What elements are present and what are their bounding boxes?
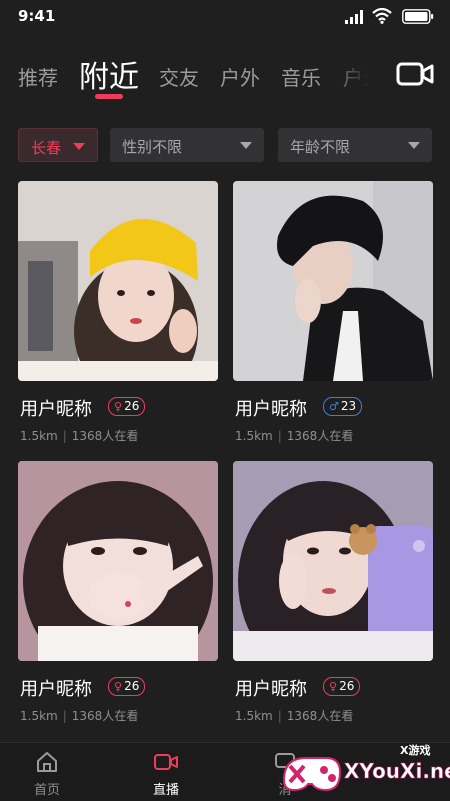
status-time: 9:41: [18, 7, 56, 25]
tab-friends[interactable]: 交友: [159, 62, 199, 91]
status-bar: 9:41: [0, 0, 450, 34]
filter-bar: 长春 性别不限 年龄不限: [0, 128, 450, 164]
viewer-count: 1368人在看: [71, 429, 139, 443]
stream-meta: 1.5km | 1368人在看: [235, 429, 354, 443]
gender-age-badge: ♂ 23: [323, 397, 363, 416]
user-nickname: 用户昵称: [20, 679, 92, 700]
stream-cover-image[interactable]: [18, 461, 218, 661]
nav-home-label: 首页: [33, 783, 60, 798]
tabs-fade: [330, 44, 385, 104]
tab-nearby[interactable]: 附近: [79, 52, 139, 96]
female-icon: ♀: [114, 680, 123, 693]
home-icon: [37, 752, 57, 772]
gender-age-badge: ♀ 26: [108, 677, 146, 696]
city-filter-label: 长春: [31, 139, 62, 157]
active-tab-indicator: [95, 94, 123, 99]
cellular-signal-icon: [345, 10, 363, 24]
tab-music[interactable]: 音乐: [281, 62, 321, 91]
tab-outdoor[interactable]: 户外: [220, 62, 260, 91]
stream-meta: 1.5km | 1368人在看: [20, 709, 139, 723]
nav-live-label: 直播: [152, 783, 179, 798]
user-nickname: 用户昵称: [20, 399, 92, 420]
tab-recommend[interactable]: 推荐: [18, 62, 58, 91]
stream-cover-image[interactable]: [233, 461, 433, 661]
user-nickname: 用户昵称: [235, 679, 307, 700]
age-value: 26: [124, 679, 140, 693]
nav-live[interactable]: 直播: [121, 751, 211, 798]
age-value: 23: [340, 399, 357, 413]
viewer-count: 1368人在看: [286, 709, 354, 723]
viewer-count: 1368人在看: [286, 429, 354, 443]
dropdown-arrow-icon: [408, 142, 420, 149]
gender-filter-label: 性别不限: [122, 138, 183, 156]
age-value: 26: [124, 399, 140, 413]
stream-meta: 1.5km | 1368人在看: [20, 429, 139, 443]
watermark-line1: X游戏: [400, 743, 430, 757]
stream-cover-image[interactable]: [233, 181, 433, 381]
distance: 1.5km: [20, 429, 58, 443]
video-camera-icon[interactable]: [396, 58, 434, 90]
stream-meta: 1.5km | 1368人在看: [235, 709, 354, 723]
gender-age-badge: ♀ 26: [323, 677, 361, 696]
wifi-icon: [372, 8, 392, 24]
battery-icon: [402, 9, 434, 24]
watermark-line2: XYouXi.net: [344, 759, 450, 783]
female-icon: ♀: [114, 400, 123, 413]
female-icon: ♀: [329, 680, 338, 693]
viewer-count: 1368人在看: [71, 709, 139, 723]
category-tabs: 推荐 附近 交友 户外 音乐 户外: [0, 44, 450, 104]
gender-filter[interactable]: 性别不限: [110, 128, 264, 162]
age-filter[interactable]: 年龄不限: [278, 128, 432, 162]
stream-cover-image[interactable]: [18, 181, 218, 381]
gender-age-badge: ♀ 26: [108, 397, 146, 416]
male-icon: ♂: [329, 400, 339, 413]
dropdown-arrow-icon: [240, 142, 252, 149]
distance: 1.5km: [20, 709, 58, 723]
site-watermark: X游戏 XYouXi.net: [282, 743, 450, 792]
distance: 1.5km: [235, 429, 273, 443]
nav-home[interactable]: 首页: [2, 751, 92, 798]
user-nickname: 用户昵称: [235, 399, 307, 420]
distance: 1.5km: [235, 709, 273, 723]
age-filter-label: 年龄不限: [290, 138, 351, 156]
dropdown-arrow-icon: [73, 143, 85, 150]
city-filter[interactable]: 长春: [18, 128, 98, 162]
age-value: 26: [339, 679, 355, 693]
live-camera-icon: [154, 754, 178, 770]
